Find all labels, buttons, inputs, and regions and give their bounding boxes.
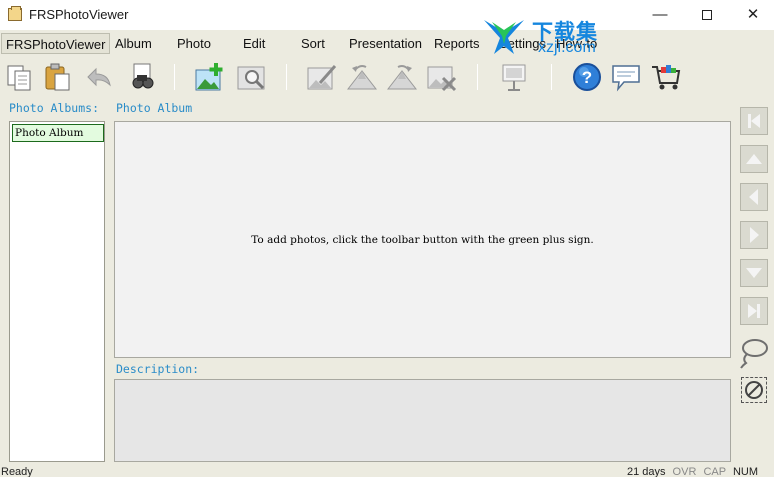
cancel-selection-button[interactable] (741, 377, 767, 403)
svg-text:?: ? (582, 68, 592, 87)
description-field[interactable] (114, 379, 731, 462)
rotate-left-icon (346, 65, 378, 90)
minimize-button[interactable]: — (637, 0, 683, 30)
title-bar: FRSPhotoViewer — ✕ (0, 0, 774, 30)
status-ovr: OVR (672, 466, 697, 477)
minimize-icon: — (652, 6, 668, 23)
help-icon: ? (573, 63, 601, 91)
toolbar-separator (551, 64, 552, 90)
previous-icon (749, 189, 758, 205)
toolbar-separator (286, 64, 287, 90)
toolbar-separator (174, 64, 175, 90)
watermark-sub: xzji.com (538, 39, 596, 56)
albums-list[interactable]: Photo Album (9, 121, 105, 462)
down-icon (746, 268, 762, 278)
delete-photo-button[interactable] (426, 61, 458, 93)
photo-album-label: Photo Album (116, 101, 193, 115)
menu-frsphotoviewer[interactable]: FRSPhotoViewer (1, 33, 111, 54)
close-button[interactable]: ✕ (730, 0, 774, 30)
find-button[interactable] (126, 61, 158, 93)
undo-icon (87, 67, 111, 87)
menu-sort[interactable]: Sort (297, 33, 329, 54)
copy-button[interactable] (4, 61, 36, 93)
up-icon (746, 154, 762, 164)
shopping-cart-icon (652, 65, 681, 90)
menu-presentation[interactable]: Presentation (345, 33, 426, 54)
help-button[interactable]: ? (571, 61, 603, 93)
paste-icon (45, 63, 70, 91)
menu-bar: FRSPhotoViewer Album Photo Edit Sort Pre… (0, 30, 774, 56)
add-photos-hint: To add photos, click the toolbar button … (251, 234, 594, 246)
rotate-left-button[interactable] (346, 61, 378, 93)
move-up-button[interactable] (740, 145, 768, 173)
last-icon (748, 304, 760, 318)
maximize-icon (702, 10, 712, 21)
presentation-icon (502, 64, 526, 91)
status-cap: CAP (703, 466, 726, 477)
first-icon (748, 114, 760, 128)
maximize-button[interactable] (684, 0, 730, 30)
add-photo-button[interactable] (194, 61, 226, 93)
toolbar-separator (477, 64, 478, 90)
add-photo-icon (195, 63, 223, 91)
previous-photo-button[interactable] (740, 183, 768, 211)
menu-reports[interactable]: Reports (430, 33, 484, 54)
menu-photo[interactable]: Photo (173, 33, 215, 54)
next-photo-button[interactable] (740, 221, 768, 249)
delete-photo-icon (427, 66, 457, 92)
paste-button[interactable] (42, 61, 74, 93)
window-title: FRSPhotoViewer (29, 7, 129, 22)
zoom-photo-button[interactable] (236, 61, 268, 93)
move-down-button[interactable] (740, 259, 768, 287)
rotate-right-icon (386, 65, 418, 90)
lasso-button[interactable] (736, 335, 770, 369)
copy-icon (7, 65, 31, 91)
watermark-logo-icon (484, 20, 524, 54)
first-photo-button[interactable] (740, 107, 768, 135)
status-num: NUM (732, 466, 758, 477)
close-icon: ✕ (746, 6, 760, 23)
album-item-photo-album[interactable]: Photo Album (12, 124, 104, 142)
photo-album-area[interactable]: To add photos, click the toolbar button … (114, 121, 731, 358)
menu-album[interactable]: Album (111, 33, 156, 54)
photo-albums-label: Photo Albums: (9, 101, 100, 115)
status-indicators: 21 days OVR CAP NUM (623, 466, 758, 477)
presentation-button[interactable] (499, 61, 531, 93)
edit-photo-button[interactable] (306, 61, 338, 93)
description-label: Description: (116, 362, 200, 376)
find-icon (132, 63, 154, 89)
toolbar: ? (0, 58, 774, 96)
edit-photo-icon (307, 65, 337, 90)
rotate-right-button[interactable] (386, 61, 418, 93)
lasso-icon (740, 339, 768, 369)
shopping-cart-button[interactable] (650, 61, 682, 93)
undo-button[interactable] (82, 61, 114, 93)
next-icon (750, 227, 759, 243)
status-bar: Ready 21 days OVR CAP NUM (0, 465, 774, 477)
comment-button[interactable] (610, 61, 642, 93)
last-photo-button[interactable] (740, 297, 768, 325)
cancel-icon (745, 381, 763, 399)
app-folder-icon (8, 6, 22, 21)
status-text: Ready (1, 466, 33, 477)
menu-edit[interactable]: Edit (239, 33, 269, 54)
watermark: 下载集 xzji.com (478, 14, 628, 60)
status-days: 21 days (626, 466, 666, 477)
comment-icon (612, 65, 640, 92)
zoom-photo-icon (237, 66, 265, 90)
